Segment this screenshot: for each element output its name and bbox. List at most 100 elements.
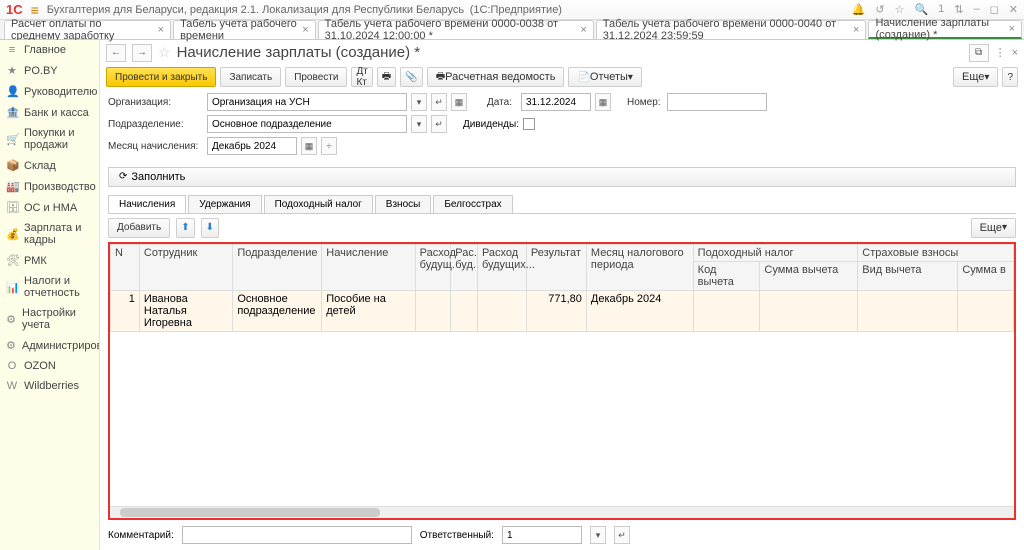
- tab-close-icon[interactable]: ×: [853, 24, 859, 36]
- spinner-icon[interactable]: ÷: [321, 137, 337, 155]
- tab-close-icon[interactable]: ×: [1009, 23, 1015, 35]
- tab-2[interactable]: Табель учета рабочего времени 0000-0038 …: [318, 20, 594, 39]
- print-button[interactable]: 🖶: [377, 67, 396, 87]
- tab-belgosstrakh[interactable]: Белгосстрах: [433, 195, 512, 213]
- sidebar-item[interactable]: 🛒Покупки и продажи: [0, 123, 99, 155]
- sidebar-item[interactable]: 🛠РМК: [0, 250, 99, 271]
- dropdown-icon[interactable]: ▾: [411, 93, 427, 111]
- nav-fwd-button[interactable]: →: [132, 44, 152, 62]
- accruals-grid: N Сотрудник Подразделение Начисление Рас…: [108, 242, 1016, 520]
- write-button[interactable]: Записать: [220, 67, 281, 87]
- sidebar-item[interactable]: 💰Зарплата и кадры: [0, 218, 99, 250]
- tab-deductions[interactable]: Удержания: [188, 195, 261, 213]
- col-insurance[interactable]: Страховые взносы: [858, 244, 1014, 261]
- dept-input[interactable]: [207, 115, 407, 133]
- tab-accruals[interactable]: Начисления: [108, 195, 186, 213]
- payroll-button[interactable]: 🖶 Расчетная ведомость: [427, 67, 565, 87]
- col-sumv[interactable]: Сумма в: [958, 261, 1014, 290]
- col-employee[interactable]: Сотрудник: [139, 244, 232, 290]
- reports-button[interactable]: 📄 Отчеты ▾: [568, 67, 642, 87]
- doc-close-icon[interactable]: ×: [1012, 47, 1018, 59]
- add-button[interactable]: Добавить: [108, 218, 170, 238]
- open-icon[interactable]: ↵: [431, 93, 447, 111]
- sidebar-item[interactable]: 📊Налоги и отчетность: [0, 271, 99, 303]
- attach-button[interactable]: 📎: [400, 67, 422, 87]
- open-icon[interactable]: ↵: [614, 526, 630, 544]
- col-expb[interactable]: Рас. буд.: [451, 244, 478, 290]
- options-icon[interactable]: ⇅: [954, 3, 963, 16]
- bell-icon[interactable]: 🔔: [852, 3, 866, 16]
- tab-4[interactable]: Начисление зарплаты (создание) *×: [868, 20, 1022, 39]
- responsible-input[interactable]: [502, 526, 582, 544]
- favorite-icon[interactable]: ☆: [158, 44, 171, 61]
- month-input[interactable]: [207, 137, 297, 155]
- tab-1[interactable]: Табель учета рабочего времени×: [173, 20, 316, 39]
- tab-0[interactable]: Расчет оплаты по среднему заработку×: [4, 20, 171, 39]
- col-taxperiod[interactable]: Месяц налогового периода: [586, 244, 693, 290]
- col-deducttype[interactable]: Вид вычета: [858, 261, 958, 290]
- tab-contributions[interactable]: Взносы: [375, 195, 432, 213]
- month-label: Месяц начисления:: [108, 141, 203, 152]
- col-deductsum[interactable]: Сумма вычета: [760, 261, 858, 290]
- col-accrual[interactable]: Начисление: [322, 244, 415, 290]
- dropdown-icon[interactable]: ▾: [590, 526, 606, 544]
- tab-close-icon[interactable]: ×: [580, 24, 586, 36]
- sidebar-item[interactable]: ≡Главное: [0, 40, 99, 60]
- open-icon[interactable]: ↵: [431, 115, 447, 133]
- more-button[interactable]: Еще ▾: [953, 67, 998, 87]
- col-expfuture[interactable]: Расход будущих...: [477, 244, 526, 290]
- col-dept[interactable]: Подразделение: [233, 244, 322, 290]
- doc-menu-icon[interactable]: ⋮: [995, 46, 1006, 59]
- tab-close-icon[interactable]: ×: [158, 24, 164, 36]
- fill-button[interactable]: ⟳ Заполнить: [108, 167, 1016, 186]
- star-icon[interactable]: ☆: [895, 3, 905, 16]
- close-icon[interactable]: ✕: [1009, 3, 1018, 16]
- move-up-button[interactable]: ⬆: [176, 218, 194, 238]
- user-icon[interactable]: 1: [938, 3, 944, 16]
- help-button[interactable]: ?: [1002, 67, 1018, 87]
- history-icon[interactable]: ↺: [875, 3, 884, 16]
- sidebar-item[interactable]: 🏭Производство: [0, 176, 99, 197]
- table-more-button[interactable]: Еще ▾: [971, 218, 1016, 238]
- sidebar-item[interactable]: ★PO.BY: [0, 60, 99, 81]
- sidebar-item[interactable]: 👤Руководителю: [0, 81, 99, 102]
- table-row[interactable]: 1 Иванова Наталья Игоревна Основное подр…: [111, 290, 1014, 331]
- sidebar-item[interactable]: 🗄ОС и НМА: [0, 197, 99, 218]
- app-logo: 1С: [6, 2, 23, 17]
- sidebar-item[interactable]: OOZON: [0, 356, 99, 376]
- detach-icon[interactable]: ⧉: [969, 44, 989, 62]
- nav-back-button[interactable]: ←: [106, 44, 126, 62]
- dt-kt-button[interactable]: ДтКт: [351, 67, 372, 87]
- sidebar-item[interactable]: ⚙Администрирование: [0, 335, 99, 356]
- sidebar-item[interactable]: WWildberries: [0, 376, 99, 396]
- dropdown-icon[interactable]: ▾: [411, 115, 427, 133]
- horizontal-scrollbar[interactable]: [110, 506, 1014, 518]
- star-icon: ★: [6, 64, 18, 77]
- date-input[interactable]: [521, 93, 591, 111]
- menu-icon[interactable]: ≡: [31, 2, 39, 18]
- comment-input[interactable]: [182, 526, 412, 544]
- col-n[interactable]: N: [111, 244, 140, 290]
- post-close-button[interactable]: Провести и закрыть: [106, 67, 216, 87]
- col-expfut[interactable]: Расход будущ.: [415, 244, 451, 290]
- sidebar-item[interactable]: 🏦Банк и касса: [0, 102, 99, 123]
- col-deductcode[interactable]: Код вычета: [693, 261, 760, 290]
- tab-3[interactable]: Табель учета рабочего времени 0000-0040 …: [596, 20, 867, 39]
- col-incometax[interactable]: Подоходный налог: [693, 244, 858, 261]
- dividends-checkbox[interactable]: [523, 118, 535, 130]
- col-result[interactable]: Результат: [526, 244, 586, 290]
- sidebar-item[interactable]: ⚙Настройки учета: [0, 303, 99, 335]
- calendar-icon[interactable]: ▦: [595, 93, 611, 111]
- extra-icon[interactable]: ▦: [451, 93, 467, 111]
- move-down-button[interactable]: ⬇: [201, 218, 219, 238]
- minimize-icon[interactable]: –: [974, 3, 980, 16]
- tab-close-icon[interactable]: ×: [302, 24, 308, 36]
- search-icon[interactable]: 🔍: [914, 3, 928, 16]
- tab-income-tax[interactable]: Подоходный налог: [264, 195, 373, 213]
- post-button[interactable]: Провести: [285, 67, 347, 87]
- maximize-icon[interactable]: ◻: [990, 3, 999, 16]
- sidebar-item[interactable]: 📦Склад: [0, 155, 99, 176]
- calendar-icon[interactable]: ▦: [301, 137, 317, 155]
- number-input[interactable]: [667, 93, 767, 111]
- org-input[interactable]: [207, 93, 407, 111]
